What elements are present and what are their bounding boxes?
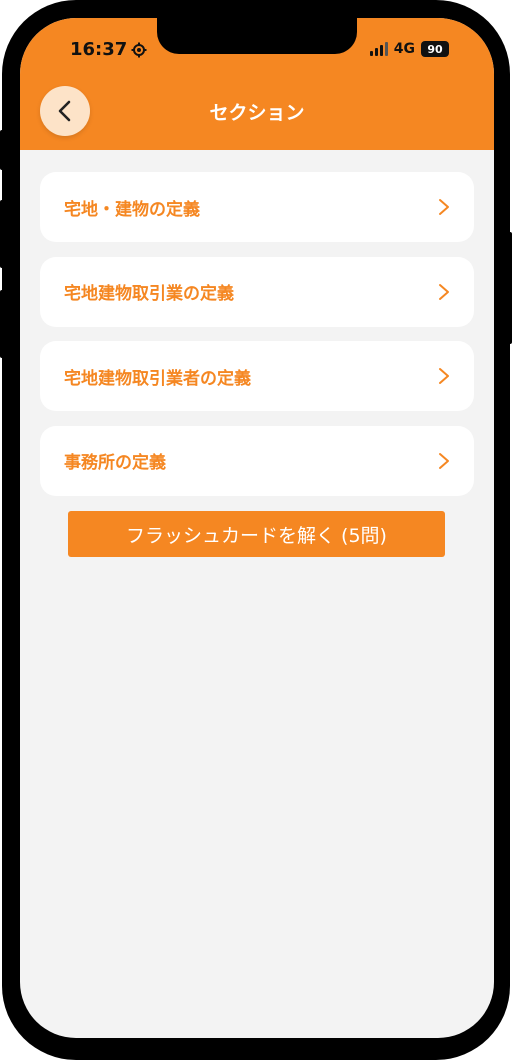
chevron-right-icon (438, 452, 450, 470)
volume-up-button (0, 200, 4, 268)
network-type: 4G (393, 41, 415, 57)
volume-down-button (0, 290, 4, 358)
chevron-right-icon (438, 198, 450, 216)
section-item-label: 事務所の定義 (64, 453, 166, 473)
app-screen: 16:37 4G 90 セクション 宅地・建物の定義 宅地建物取引業の定義 宅地… (20, 18, 494, 1038)
signal-icon (369, 42, 388, 56)
section-item-4[interactable]: 事務所の定義 (40, 425, 474, 496)
page-title: セクション (209, 102, 305, 124)
flashcard-button[interactable]: フラッシュカードを解く (5問) (68, 511, 445, 557)
section-item-3[interactable]: 宅地建物取引業者の定義 (40, 341, 474, 411)
status-time: 16:37 (70, 39, 147, 60)
section-item-2[interactable]: 宅地建物取引業の定義 (40, 256, 474, 327)
section-item-label: 宅地建物取引業者の定義 (64, 368, 251, 389)
chevron-right-icon (438, 283, 450, 301)
clock-text: 16:37 (70, 39, 128, 60)
app-header: 16:37 4G 90 セクション (20, 18, 494, 150)
section-item-label: 宅地・建物の定義 (64, 199, 200, 220)
status-indicators: 4G 90 (369, 41, 449, 57)
mute-switch (0, 130, 4, 170)
section-list: 宅地・建物の定義 宅地建物取引業の定義 宅地建物取引業者の定義 事務所の定義 (40, 172, 474, 510)
device-notch (157, 18, 357, 54)
battery-level: 90 (427, 42, 443, 56)
chevron-right-icon (438, 367, 450, 385)
phone-frame: 16:37 4G 90 セクション 宅地・建物の定義 宅地建物取引業の定義 宅地… (2, 0, 510, 1060)
power-button (508, 232, 512, 344)
section-item-1[interactable]: 宅地・建物の定義 (40, 172, 474, 242)
section-item-label: 宅地建物取引業の定義 (64, 284, 234, 304)
battery-icon: 90 (421, 41, 449, 57)
settings-gear-icon (131, 42, 147, 57)
